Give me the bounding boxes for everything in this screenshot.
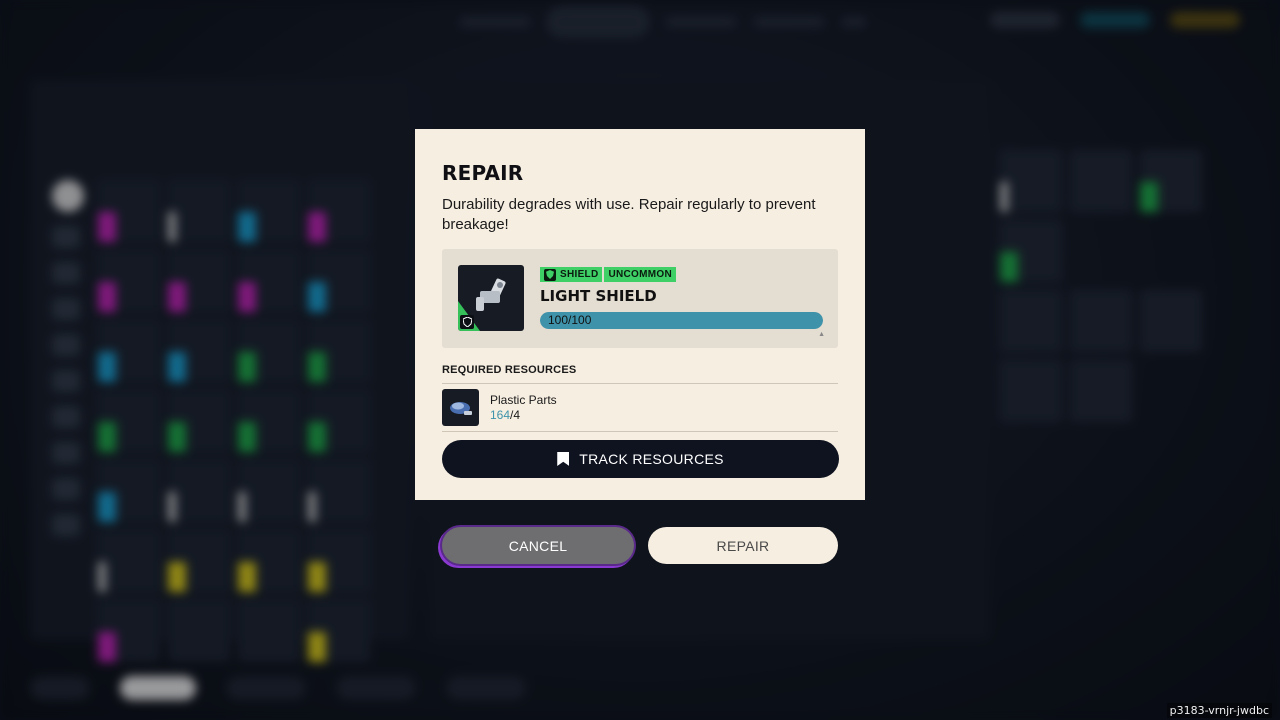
bookmark-icon <box>557 452 570 466</box>
resource-count: 164/4 <box>490 408 557 423</box>
item-card: SHIELD UNCOMMON LIGHT SHIELD 100/100 ▲ <box>442 249 838 348</box>
resource-row: Plastic Parts 164/4 <box>442 384 838 432</box>
durability-bar: 100/100 <box>540 312 823 329</box>
dialog-description: Durability degrades with use. Repair reg… <box>442 196 816 233</box>
resource-have: 164 <box>490 407 511 422</box>
plastic-parts-icon <box>442 389 479 426</box>
dialog-title: REPAIR <box>442 161 524 185</box>
shield-icon <box>544 268 556 281</box>
item-tags: SHIELD UNCOMMON <box>540 267 676 282</box>
type-tag-label: SHIELD <box>560 269 599 280</box>
shield-badge-icon <box>460 315 474 329</box>
corner-arrow-icon: ▲ <box>818 331 825 338</box>
repair-button[interactable]: REPAIR <box>648 527 838 564</box>
resource-need: 4 <box>513 407 521 422</box>
watermark-id: p3183-vrnjr-jwdbc <box>1166 703 1272 718</box>
type-tag: SHIELD <box>540 267 603 282</box>
durability-text: 100/100 <box>548 313 592 327</box>
item-name: LIGHT SHIELD <box>540 287 657 305</box>
light-shield-icon <box>476 278 506 311</box>
required-resources-header: REQUIRED RESOURCES <box>442 364 838 384</box>
rarity-tag: UNCOMMON <box>604 267 676 282</box>
repair-dialog: REPAIR Durability degrades with use. Rep… <box>415 129 865 500</box>
item-thumbnail <box>458 265 524 331</box>
track-resources-button[interactable]: TRACK RESOURCES <box>442 440 839 478</box>
cancel-button[interactable]: CANCEL <box>442 527 634 564</box>
track-resources-label: TRACK RESOURCES <box>579 451 724 467</box>
resource-name: Plastic Parts <box>490 392 557 407</box>
